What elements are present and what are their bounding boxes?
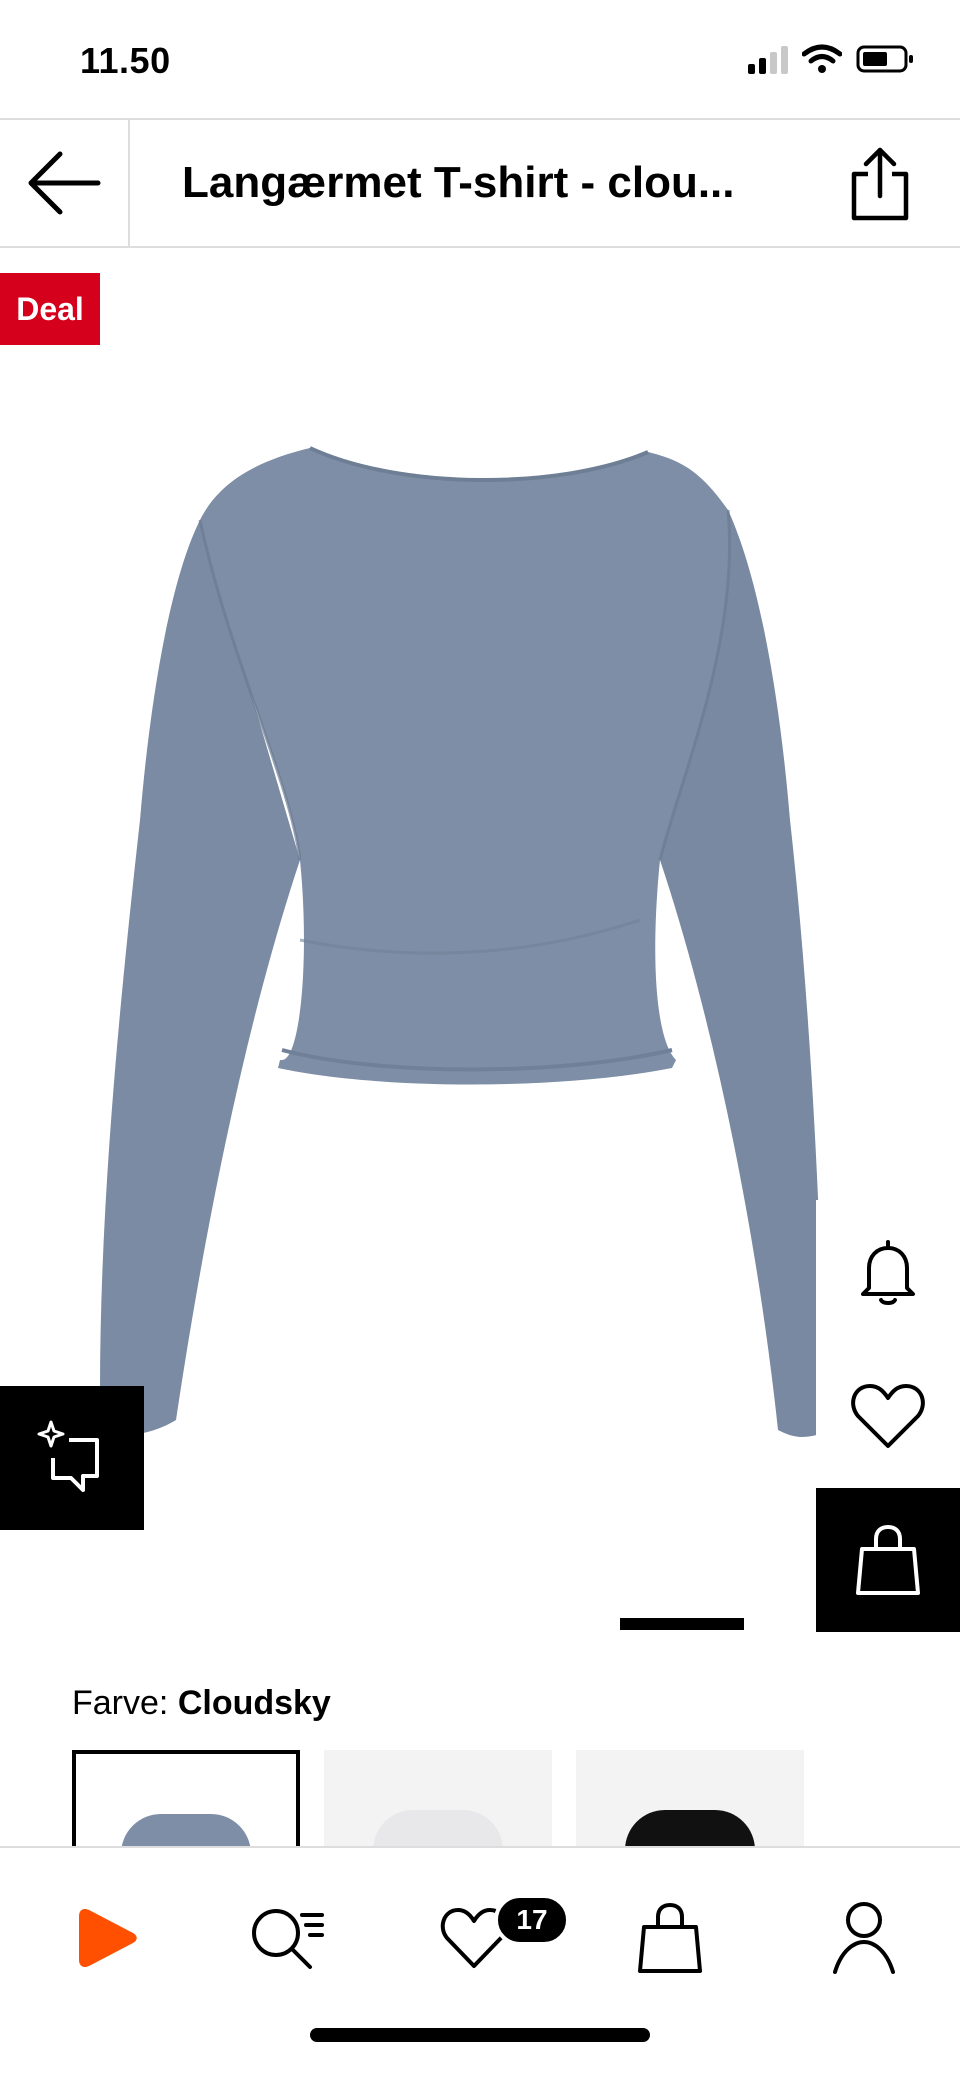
shopping-bag-icon [638, 1903, 702, 1973]
arrow-left-icon [28, 151, 101, 215]
tab-account[interactable] [814, 1888, 914, 1988]
swatch-cloudsky[interactable] [72, 1750, 300, 1850]
heart-icon [851, 1384, 925, 1448]
carousel-indicator [620, 1618, 744, 1630]
back-button[interactable] [0, 120, 130, 246]
wishlist-toggle-button[interactable] [816, 1344, 960, 1488]
bottom-tab-bar: 17 [0, 1846, 960, 2079]
swatch-black[interactable] [576, 1750, 804, 1850]
search-list-icon [252, 1909, 324, 1969]
battery-icon [856, 45, 913, 73]
color-swatches [72, 1750, 804, 1850]
page-title: Langærmet T-shirt - clou... [182, 158, 735, 207]
tab-bag[interactable] [620, 1888, 720, 1988]
user-icon [833, 1902, 895, 1974]
product-header: Langærmet T-shirt - clou... [0, 118, 960, 248]
side-actions [816, 1200, 960, 1488]
status-time: 11.50 [80, 40, 171, 81]
share-icon [851, 147, 909, 221]
color-label: Farve: Cloudsky [72, 1684, 331, 1723]
shopping-bag-icon [856, 1525, 920, 1595]
status-bar: 11.50 [0, 0, 960, 118]
brand-logo-icon [79, 1909, 137, 1967]
tab-search[interactable] [236, 1888, 336, 1988]
share-button[interactable] [840, 142, 920, 226]
tab-home[interactable] [58, 1888, 158, 1988]
status-icons [748, 44, 916, 74]
swatch-white[interactable] [324, 1750, 552, 1850]
notify-button[interactable] [816, 1200, 960, 1344]
wifi-icon [802, 44, 842, 73]
selected-color-name: Cloudsky [177, 1684, 331, 1722]
add-to-bag-button[interactable] [816, 1488, 960, 1632]
home-indicator [310, 2028, 650, 2042]
color-label-prefix: Farve: [72, 1684, 169, 1722]
ai-assistant-button[interactable] [0, 1386, 144, 1530]
deal-badge: Deal [0, 273, 100, 345]
cellular-signal-icon [748, 44, 788, 74]
sparkle-chat-icon [37, 1420, 99, 1492]
wishlist-count-badge: 17 [494, 1894, 570, 1946]
bell-icon [861, 1240, 915, 1305]
long-sleeve-shirt-illustration [100, 446, 825, 1437]
